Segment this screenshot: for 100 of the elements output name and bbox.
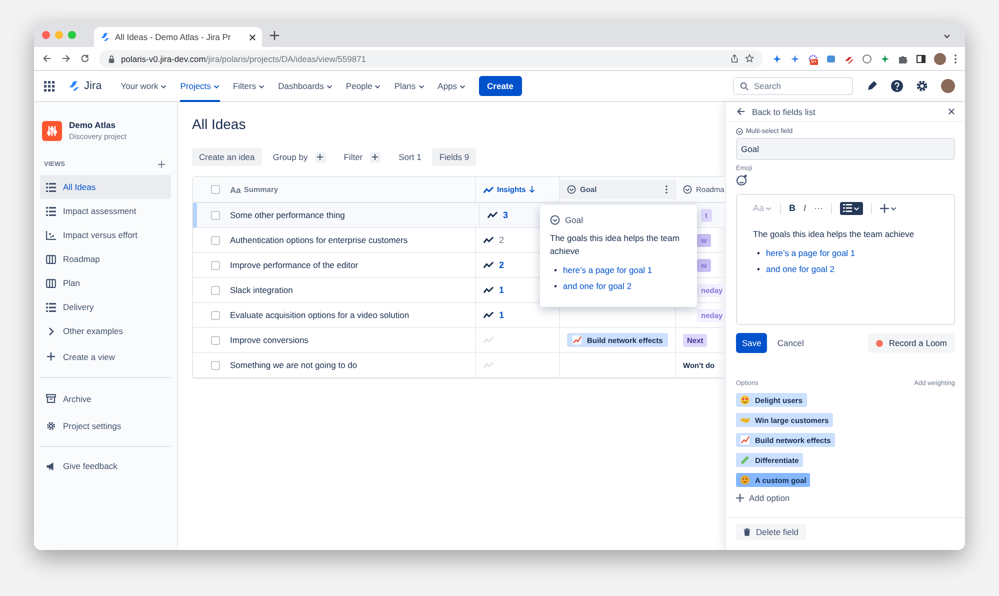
- chevron-down-icon: [418, 82, 425, 90]
- trend-line-icon: [483, 186, 494, 194]
- nav-menu-item[interactable]: Filters: [232, 70, 266, 102]
- save-button[interactable]: Save: [736, 333, 768, 353]
- share-icon[interactable]: [730, 54, 739, 63]
- forward-arrow-icon[interactable]: [61, 54, 71, 63]
- sidebar-item[interactable]: Archive: [40, 385, 171, 412]
- row-checkbox[interactable]: [211, 336, 220, 344]
- chevron-down-icon: [326, 82, 333, 90]
- list-button[interactable]: [840, 202, 864, 214]
- search-field[interactable]: Search: [733, 77, 853, 95]
- goal-link[interactable]: here’s a page for goal 1: [766, 248, 856, 258]
- description-editor[interactable]: Aa B I ··· The goals this idea helps the team achieve • here’s a page for goal 1 • and one for goal 2: [736, 194, 955, 325]
- profile-avatar[interactable]: [934, 52, 946, 64]
- sidebar-item[interactable]: Project settings: [40, 412, 171, 439]
- dropdown-field-icon: [567, 185, 576, 194]
- bold-button[interactable]: B: [789, 203, 796, 213]
- row-checkbox[interactable]: [211, 360, 220, 370]
- record-loom-button[interactable]: Record a Loom: [868, 333, 955, 353]
- profile-avatar[interactable]: [941, 79, 955, 93]
- add-emoji-icon[interactable]: [736, 174, 748, 186]
- toolbar-button[interactable]: Group by: [266, 148, 333, 166]
- circle-extension-icon[interactable]: [862, 54, 872, 64]
- sidebar-item[interactable]: Other examples: [40, 319, 171, 343]
- insight-count[interactable]: 2: [499, 235, 504, 245]
- sidebar-item[interactable]: Roadmap: [40, 247, 171, 271]
- row-checkbox[interactable]: [211, 260, 220, 270]
- goal-link[interactable]: and one for goal 2: [766, 264, 835, 274]
- project-name: Demo Atlas: [69, 120, 116, 130]
- close-icon[interactable]: [249, 34, 256, 40]
- toolbar-button[interactable]: Fields 9: [432, 148, 476, 166]
- columns-icon: [46, 278, 56, 288]
- nav-menu-item[interactable]: People: [346, 70, 382, 102]
- chevron-down-icon[interactable]: [943, 32, 951, 40]
- plus-icon[interactable]: [270, 31, 279, 40]
- screen-extension-icon[interactable]: [826, 54, 836, 64]
- puzzle-icon[interactable]: [898, 54, 908, 64]
- nav-menu-item[interactable]: Plans: [394, 70, 425, 102]
- insight-count[interactable]: 1: [499, 310, 504, 320]
- create-button[interactable]: Create: [479, 76, 522, 96]
- plus-icon[interactable]: [158, 161, 165, 168]
- chevron-right-icon: [46, 326, 56, 336]
- row-checkbox[interactable]: [211, 310, 220, 320]
- sidebar-item[interactable]: Create a view: [40, 343, 171, 370]
- feedback-link[interactable]: Give feedback: [40, 454, 171, 478]
- insert-menu-button[interactable]: [880, 204, 898, 212]
- page-title: All Ideas: [192, 116, 247, 132]
- select-all-checkbox[interactable]: [211, 185, 220, 194]
- help-icon[interactable]: [891, 80, 903, 92]
- nav-menu-item[interactable]: Your work: [120, 70, 168, 102]
- bullet: •: [554, 265, 557, 276]
- goal-link[interactable]: and one for goal 2: [562, 281, 632, 292]
- more-vertical-icon[interactable]: [954, 54, 957, 64]
- bullet: •: [554, 281, 557, 292]
- field-name-input[interactable]: Goal: [736, 138, 955, 160]
- insight-count[interactable]: 3: [503, 210, 508, 220]
- toolbar-button[interactable]: Filter: [336, 148, 388, 166]
- browser-tab[interactable]: All Ideas - Demo Atlas - Jira Pr: [94, 27, 262, 47]
- url-text: polaris-v0.jira-dev.com/jira/polaris/projects/DA/ideas/view/559871: [121, 54, 366, 64]
- nav-menu-item[interactable]: Apps: [438, 70, 466, 102]
- close-icon[interactable]: [948, 108, 955, 115]
- insight-count[interactable]: 2: [499, 260, 504, 270]
- nav-menu-item[interactable]: Dashboards: [278, 70, 333, 102]
- sidebar-item[interactable]: Impact assessment: [40, 199, 171, 223]
- row-checkbox[interactable]: [211, 210, 220, 220]
- insight-count[interactable]: 1: [499, 285, 504, 295]
- search-input[interactable]: Search: [754, 81, 846, 91]
- row-checkbox[interactable]: [211, 236, 220, 244]
- cancel-button[interactable]: Cancel: [777, 338, 804, 348]
- plus-icon: [736, 494, 744, 502]
- back-arrow-icon[interactable]: [42, 54, 52, 63]
- italic-button[interactable]: I: [804, 203, 806, 213]
- add-option-button[interactable]: Add option: [736, 493, 955, 503]
- nav-menu-item[interactable]: Projects: [180, 70, 220, 102]
- app-grid-icon[interactable]: [44, 80, 55, 92]
- back-arrow-icon[interactable]: [736, 107, 746, 116]
- settings-icon[interactable]: [916, 80, 928, 92]
- more-formatting-button[interactable]: ···: [814, 203, 824, 213]
- plus-icon: [880, 204, 890, 212]
- gear-extension-icon[interactable]: [808, 54, 818, 64]
- sidebar-icon[interactable]: [916, 54, 926, 64]
- sidebar-item[interactable]: Delivery: [40, 295, 171, 319]
- back-link[interactable]: Back to fields list: [752, 106, 816, 116]
- sidebar-item[interactable]: All Ideas: [40, 175, 171, 199]
- trend-line-icon: [483, 286, 494, 294]
- sidebar-item[interactable]: Impact versus effort: [40, 223, 171, 247]
- sparkle-icon[interactable]: [880, 54, 890, 64]
- reload-icon[interactable]: [80, 54, 90, 63]
- more-vertical-icon[interactable]: [665, 185, 668, 194]
- list-icon: [46, 182, 56, 192]
- star-icon[interactable]: [745, 54, 754, 63]
- goal-link[interactable]: here’s a page for goal 1: [562, 265, 652, 276]
- table-cell: Something we are not going to do: [230, 360, 358, 370]
- delete-field-button[interactable]: Delete field: [736, 524, 806, 540]
- sidebar-item[interactable]: Plan: [40, 271, 171, 295]
- address-bar[interactable]: polaris-v0.jira-dev.com/jira/polaris/projects/DA/ideas/view/559871: [99, 50, 763, 68]
- create-idea-button[interactable]: Create an idea: [192, 148, 262, 166]
- row-checkbox[interactable]: [211, 286, 220, 294]
- jira-logo[interactable]: Jira: [68, 80, 102, 92]
- toolbar-button[interactable]: Sort 1: [392, 148, 428, 166]
